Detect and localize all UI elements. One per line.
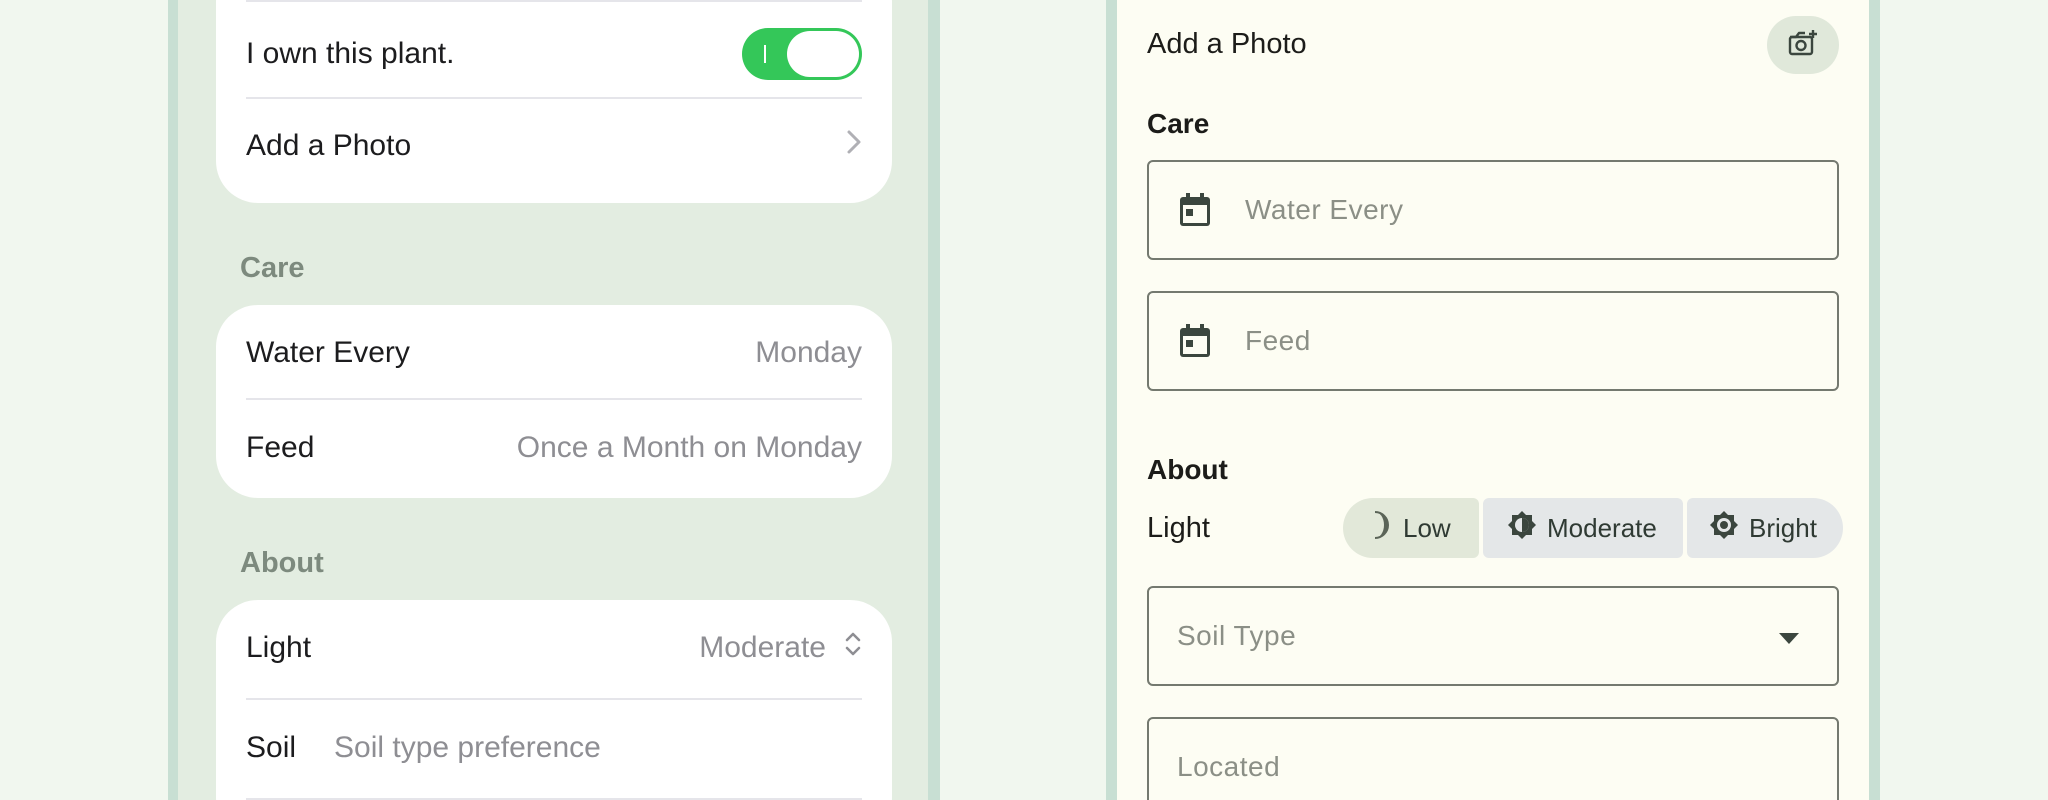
ios-care-card: Water Every Monday Feed Once a Month on … (216, 305, 892, 498)
light-picker[interactable]: Moderate (699, 630, 862, 666)
divider (246, 97, 862, 99)
light-option-label: Bright (1749, 512, 1817, 543)
light-option-label: Moderate (1547, 512, 1657, 543)
water-every-value: Monday (755, 336, 862, 369)
about-section-header: About (1147, 454, 1228, 485)
divider (246, 398, 862, 400)
own-plant-label: I own this plant. (246, 37, 455, 70)
brightness-high-icon (1709, 510, 1739, 547)
light-option-low[interactable]: Low (1343, 498, 1479, 558)
light-label: Light (1147, 512, 1210, 544)
moon-icon (1367, 510, 1393, 547)
feed-placeholder: Feed (1245, 325, 1311, 356)
feed-value: Once a Month on Monday (516, 431, 862, 464)
water-every-label: Water Every (246, 336, 410, 369)
brightness-medium-icon (1507, 510, 1537, 547)
own-plant-toggle[interactable] (742, 28, 862, 80)
light-option-moderate[interactable]: Moderate (1483, 498, 1683, 558)
located-placeholder: Located (1177, 751, 1281, 782)
feed-row[interactable]: Feed Once a Month on Monday (246, 412, 862, 484)
dropdown-arrow-icon (1779, 632, 1799, 650)
ios-screen: I own this plant. Add a Photo Care Water… (178, 0, 928, 800)
water-every-placeholder: Water Every (1245, 194, 1404, 225)
feed-field[interactable]: Feed (1147, 291, 1839, 391)
toggle-on-indicator (764, 45, 766, 63)
chevron-right-icon (846, 129, 862, 163)
light-value: Moderate (699, 631, 826, 664)
soil-label: Soil (246, 731, 297, 764)
add-photo-row[interactable]: Add a Photo (246, 110, 862, 182)
add-photo-button[interactable] (1767, 16, 1839, 74)
located-field[interactable]: Located (1147, 717, 1839, 800)
material-phone-frame: Add a Photo Care Water Every Feed About … (1106, 0, 1880, 800)
ios-phone-frame: I own this plant. Add a Photo Care Water… (168, 0, 940, 800)
soil-row[interactable]: Soil Soil type preference (246, 712, 862, 784)
add-photo-label: Add a Photo (246, 129, 412, 162)
calendar-icon (1175, 190, 1215, 230)
about-section-header: About (240, 547, 324, 579)
ios-plant-card: I own this plant. Add a Photo (216, 0, 892, 203)
ios-about-card: Light Moderate Soil Soil type preference (216, 600, 892, 800)
light-option-bright[interactable]: Bright (1687, 498, 1843, 558)
calendar-icon (1175, 321, 1215, 361)
chevron-up-down-icon (844, 630, 862, 666)
toggle-knob (787, 31, 859, 77)
add-photo-camera-icon (1787, 28, 1819, 63)
water-every-row[interactable]: Water Every Monday (246, 317, 862, 389)
soil-type-dropdown[interactable]: Soil Type (1147, 586, 1839, 686)
light-row[interactable]: Light Moderate (246, 612, 862, 684)
soil-input[interactable]: Soil type preference (334, 731, 601, 765)
light-label: Light (246, 631, 312, 664)
care-section-header: Care (240, 252, 305, 284)
divider (246, 698, 862, 700)
add-photo-label: Add a Photo (1147, 28, 1307, 60)
care-section-header: Care (1147, 108, 1210, 139)
divider (246, 0, 862, 2)
feed-label: Feed (246, 431, 315, 464)
light-option-label: Low (1403, 512, 1451, 543)
soil-type-placeholder: Soil Type (1177, 620, 1297, 651)
material-screen: Add a Photo Care Water Every Feed About … (1117, 0, 1869, 800)
water-every-field[interactable]: Water Every (1147, 160, 1839, 260)
own-plant-row: I own this plant. (246, 18, 862, 90)
